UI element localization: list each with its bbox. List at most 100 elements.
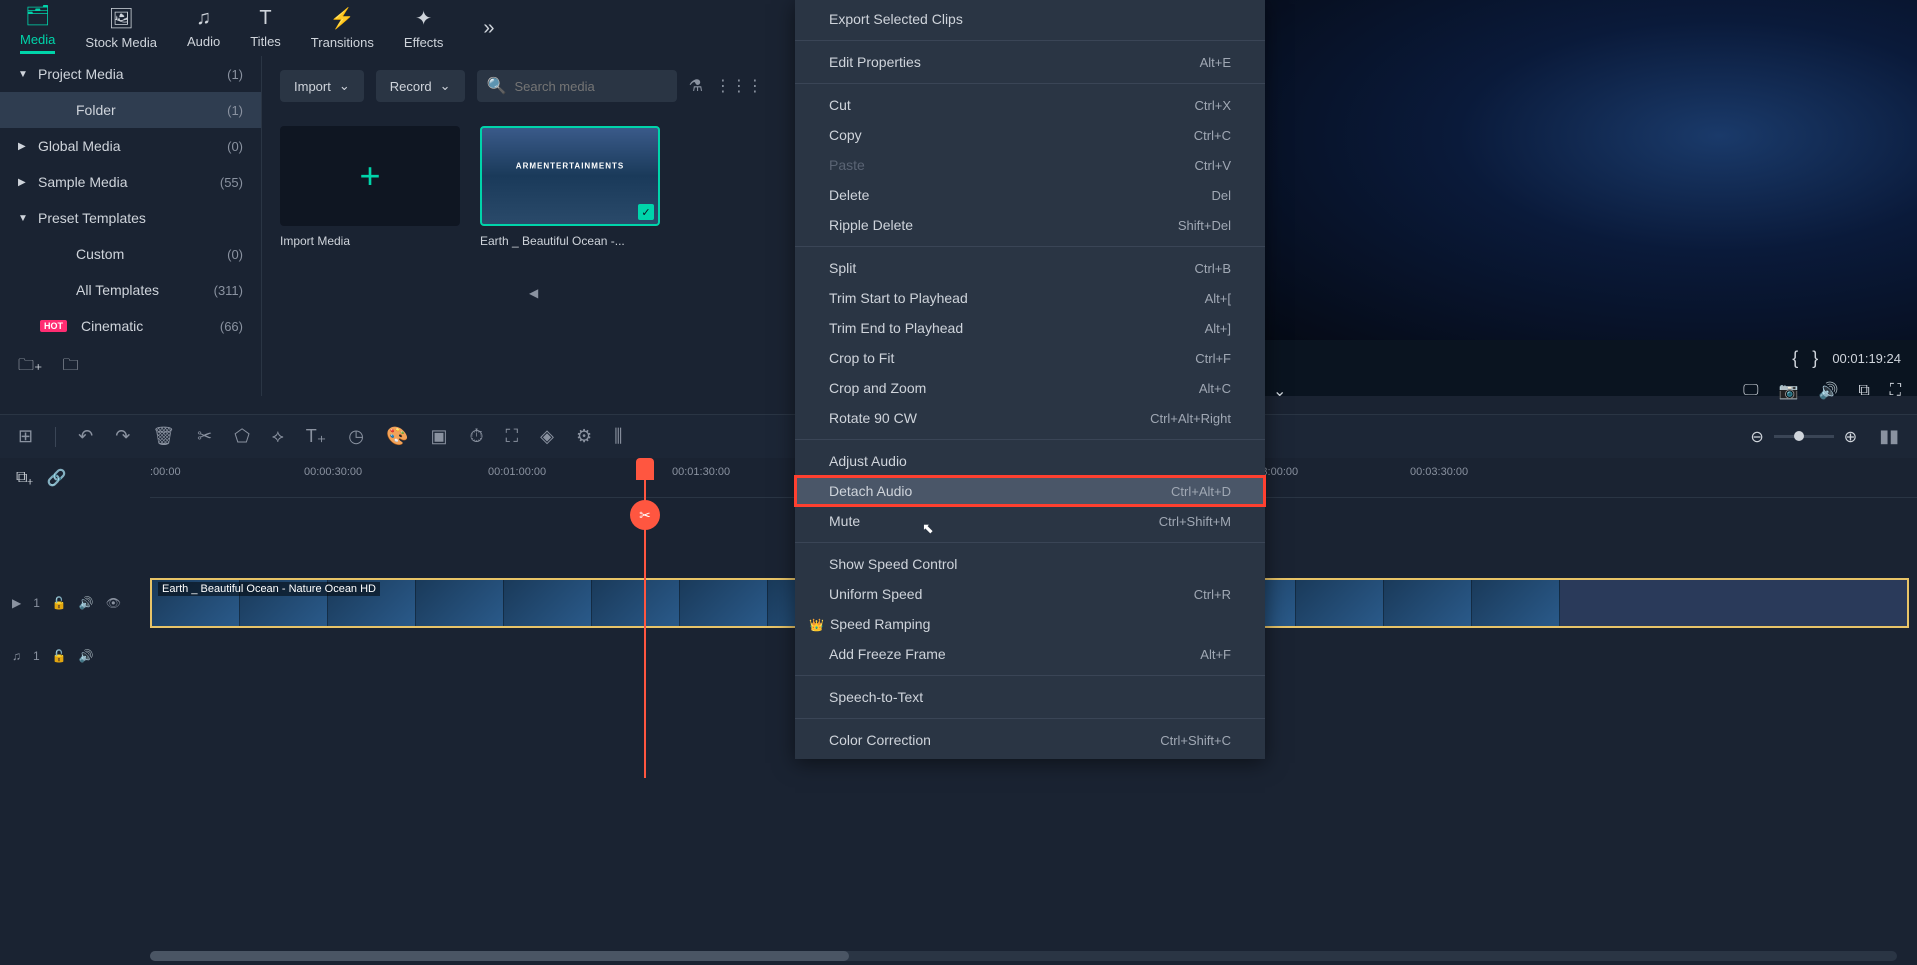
expand-icon[interactable]: ⛶ <box>506 426 519 447</box>
tab-label: Effects <box>404 35 444 50</box>
filter-icon[interactable]: ⚗ <box>689 76 703 96</box>
sidebar-item-project-media[interactable]: ▼Project Media (1) <box>0 56 261 92</box>
lock-icon[interactable]: 🔓 <box>52 649 67 663</box>
zoom-slider[interactable] <box>1774 435 1834 438</box>
camera-icon[interactable]: 📷 <box>1779 381 1799 401</box>
grid-view-icon[interactable]: ⋮⋮⋮ <box>715 76 763 96</box>
speed-icon[interactable]: ◷ <box>348 426 364 447</box>
fullscreen-icon[interactable]: ⛶ <box>1890 382 1901 400</box>
zoom-in-icon[interactable]: ⊕ <box>1844 427 1857 447</box>
sidebar-item-all-templates[interactable]: All Templates (311) <box>0 272 261 308</box>
tag-icon[interactable]: ⬠ <box>234 426 250 447</box>
ctx-rotate[interactable]: Rotate 90 CWCtrl+Alt+Right <box>795 403 1265 433</box>
ctx-copy[interactable]: CopyCtrl+C <box>795 120 1265 150</box>
layout-icon[interactable]: ⊞ <box>18 426 33 447</box>
search-box[interactable]: 🔍 <box>477 70 677 102</box>
item-count: (66) <box>220 319 243 334</box>
import-media-card[interactable]: + Import Media <box>280 126 460 248</box>
folder-outline-icon[interactable]: 🗀 <box>62 354 78 381</box>
fit-icon[interactable]: ▮▮ <box>1879 426 1899 447</box>
ctx-color-correction[interactable]: Color CorrectionCtrl+Shift+C <box>795 725 1265 755</box>
ctx-edit-properties[interactable]: Edit PropertiesAlt+E <box>795 47 1265 77</box>
mixer-icon[interactable]: ⫼ <box>614 426 622 447</box>
timer-icon[interactable]: ⏱ <box>469 426 483 447</box>
ctx-speech-to-text[interactable]: Speech-to-Text <box>795 682 1265 712</box>
eye-icon[interactable]: 👁 <box>106 596 121 610</box>
ctx-uniform-speed[interactable]: Uniform SpeedCtrl+R <box>795 579 1265 609</box>
mark-out-icon[interactable]: } <box>1812 348 1818 369</box>
link-icon[interactable]: 🔗 <box>47 468 67 488</box>
ctx-crop-zoom[interactable]: Crop and ZoomAlt+C <box>795 373 1265 403</box>
ctx-export-selected[interactable]: Export Selected Clips <box>795 4 1265 34</box>
ctx-adjust-audio[interactable]: Adjust Audio <box>795 446 1265 476</box>
playhead-handle[interactable] <box>636 458 654 480</box>
new-folder-icon[interactable]: 🗀₊ <box>18 354 42 381</box>
text-icon[interactable]: T₊ <box>306 426 327 447</box>
search-input[interactable] <box>515 79 667 94</box>
color-icon[interactable]: 🎨 <box>386 426 408 447</box>
cut-icon[interactable]: ✂ <box>197 426 212 447</box>
media-item-earth[interactable]: ARMENTERTAINMENTS ✓ Earth _ Beautiful Oc… <box>480 126 660 248</box>
timeline-scrollbar[interactable] <box>150 951 1897 961</box>
tab-audio[interactable]: ♫ Audio <box>187 7 220 49</box>
collapse-panel-icon[interactable]: ◀ <box>529 286 538 300</box>
crop-icon[interactable]: ⟡ <box>272 426 284 447</box>
ctx-cut[interactable]: CutCtrl+X <box>795 90 1265 120</box>
ctx-label: Export Selected Clips <box>829 11 963 27</box>
ctx-crop-fit[interactable]: Crop to FitCtrl+F <box>795 343 1265 373</box>
ctx-delete[interactable]: DeleteDel <box>795 180 1265 210</box>
tab-stock-media[interactable]: 🖼 Stock Media <box>85 6 157 50</box>
sidebar-item-sample-media[interactable]: ▶Sample Media (55) <box>0 164 261 200</box>
sidebar-label: Sample Media <box>38 174 128 190</box>
transition-icon: ⚡ <box>330 6 355 31</box>
ctx-trim-start[interactable]: Trim Start to PlayheadAlt+[ <box>795 283 1265 313</box>
aspect-icon[interactable]: ⧉ <box>1858 382 1869 400</box>
delete-icon[interactable]: 🗑 <box>152 426 175 447</box>
record-dropdown[interactable]: Record⌄ <box>376 70 465 102</box>
keyframe-icon[interactable]: ◈ <box>540 426 554 447</box>
scissors-icon[interactable]: ✂ <box>630 500 660 530</box>
tabs-overflow-button[interactable]: » <box>483 17 494 40</box>
ctx-trim-end[interactable]: Trim End to PlayheadAlt+] <box>795 313 1265 343</box>
tab-effects[interactable]: ✦ Effects <box>404 6 444 50</box>
add-track-icon[interactable]: ⧉₊ <box>16 469 33 487</box>
audio-track-icon[interactable]: ♫ <box>12 649 21 663</box>
ctx-ripple-delete[interactable]: Ripple DeleteShift+Del <box>795 210 1265 240</box>
sidebar-label: Global Media <box>38 138 121 154</box>
tab-titles[interactable]: T Titles <box>250 7 281 49</box>
ctx-label: Detach Audio <box>829 483 912 499</box>
mute-icon[interactable]: 🔊 <box>79 596 94 610</box>
tab-media[interactable]: 🗂 Media <box>20 3 55 54</box>
greenscreen-icon[interactable]: ▣ <box>430 426 447 447</box>
video-track-icon[interactable]: ▶ <box>12 596 21 610</box>
ctx-speed-ramping[interactable]: 👑Speed Ramping <box>795 609 1265 639</box>
ctx-show-speed[interactable]: Show Speed Control <box>795 549 1265 579</box>
sidebar-item-preset-templates[interactable]: ▼Preset Templates <box>0 200 261 236</box>
volume-icon[interactable]: 🔊 <box>1818 381 1838 401</box>
ctx-mute[interactable]: MuteCtrl+Shift+M <box>795 506 1265 536</box>
tab-label: Audio <box>187 34 220 49</box>
adjust-icon[interactable]: ⚙ <box>576 426 592 447</box>
monitor-icon[interactable]: 🖵 <box>1743 382 1758 400</box>
ctx-detach-audio[interactable]: Detach AudioCtrl+Alt+D <box>795 476 1265 506</box>
ctx-freeze-frame[interactable]: Add Freeze FrameAlt+F <box>795 639 1265 669</box>
sidebar-item-custom[interactable]: Custom (0) <box>0 236 261 272</box>
sidebar-item-cinematic[interactable]: HOTCinematic (66) <box>0 308 261 344</box>
lock-icon[interactable]: 🔓 <box>52 596 67 610</box>
tab-transitions[interactable]: ⚡ Transitions <box>311 6 374 50</box>
ctx-split[interactable]: SplitCtrl+B <box>795 253 1265 283</box>
sidebar-item-global-media[interactable]: ▶Global Media (0) <box>0 128 261 164</box>
playhead[interactable]: ✂ <box>644 458 646 778</box>
ctx-label: Color Correction <box>829 732 931 748</box>
sidebar-item-folder[interactable]: Folder (1) <box>0 92 261 128</box>
preview-video[interactable] <box>1257 0 1917 340</box>
zoom-out-icon[interactable]: ⊖ <box>1750 427 1763 447</box>
mute-icon[interactable]: 🔊 <box>79 649 94 663</box>
image-icon: 🖼 <box>109 6 134 31</box>
quality-dropdown-icon[interactable]: ⌄ <box>1273 381 1286 401</box>
ruler-mark: 00:01:00:00 <box>488 466 546 478</box>
undo-icon[interactable]: ↶ <box>78 426 93 447</box>
import-dropdown[interactable]: Import⌄ <box>280 70 364 102</box>
redo-icon[interactable]: ↷ <box>115 426 130 447</box>
mark-in-icon[interactable]: { <box>1792 348 1798 369</box>
